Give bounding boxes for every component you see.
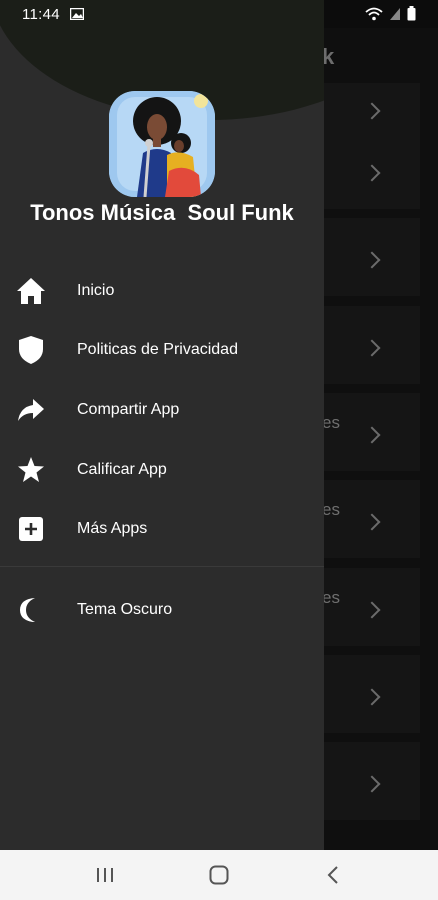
status-time: 11:44 [22, 6, 60, 23]
menu-item-label: Tema Oscuro [77, 601, 173, 618]
soul-singer-illustration [109, 91, 215, 197]
menu-item-label: Más Apps [77, 520, 148, 537]
signal-icon [390, 7, 400, 20]
battery-icon [407, 6, 416, 21]
menu-item-label: Calificar App [77, 461, 167, 478]
menu-item-inicio[interactable]: Inicio [0, 265, 324, 317]
home-button[interactable] [204, 862, 234, 888]
back-button[interactable] [318, 862, 348, 888]
chevron-right-icon [363, 251, 381, 269]
home-icon [16, 276, 46, 306]
chevron-right-icon [363, 102, 381, 120]
plus-box-icon [16, 514, 46, 544]
wifi-icon [365, 7, 383, 20]
status-bar: 11:44 [0, 0, 438, 28]
chevron-right-icon [363, 688, 381, 706]
recent-apps-button[interactable] [90, 862, 120, 888]
star-icon [16, 455, 46, 485]
chevron-right-icon [363, 426, 381, 444]
gallery-icon [70, 8, 84, 20]
divider [0, 566, 324, 567]
chevron-right-icon [363, 513, 381, 531]
menu-item-share[interactable]: Compartir App [0, 384, 324, 436]
menu-item-label: Compartir App [77, 401, 180, 418]
chevron-right-icon [363, 775, 381, 793]
menu-item-more-apps[interactable]: Más Apps [0, 503, 324, 555]
chevron-right-icon [363, 164, 381, 182]
chevron-right-icon [363, 601, 381, 619]
app-logo [109, 91, 215, 197]
menu-item-privacy[interactable]: Politicas de Privacidad [0, 324, 324, 376]
status-icons [365, 6, 416, 21]
app-title: Tonos Música Soul Funk [30, 200, 294, 225]
navigation-drawer: Tonos Música Soul Funk Inicio Politicas … [0, 0, 324, 850]
background-row-text: es [322, 500, 340, 519]
moon-icon [16, 595, 46, 625]
background-row-text: es [322, 413, 340, 432]
background-row-text: es [322, 588, 340, 607]
menu-item-rate[interactable]: Calificar App [0, 444, 324, 496]
menu-item-dark-theme[interactable]: Tema Oscuro [0, 584, 324, 636]
menu-item-label: Inicio [77, 282, 115, 299]
chevron-right-icon [363, 339, 381, 357]
system-navigation-bar [0, 850, 438, 900]
shield-icon [16, 335, 46, 365]
menu-item-label: Politicas de Privacidad [77, 341, 238, 358]
share-icon [16, 395, 46, 425]
